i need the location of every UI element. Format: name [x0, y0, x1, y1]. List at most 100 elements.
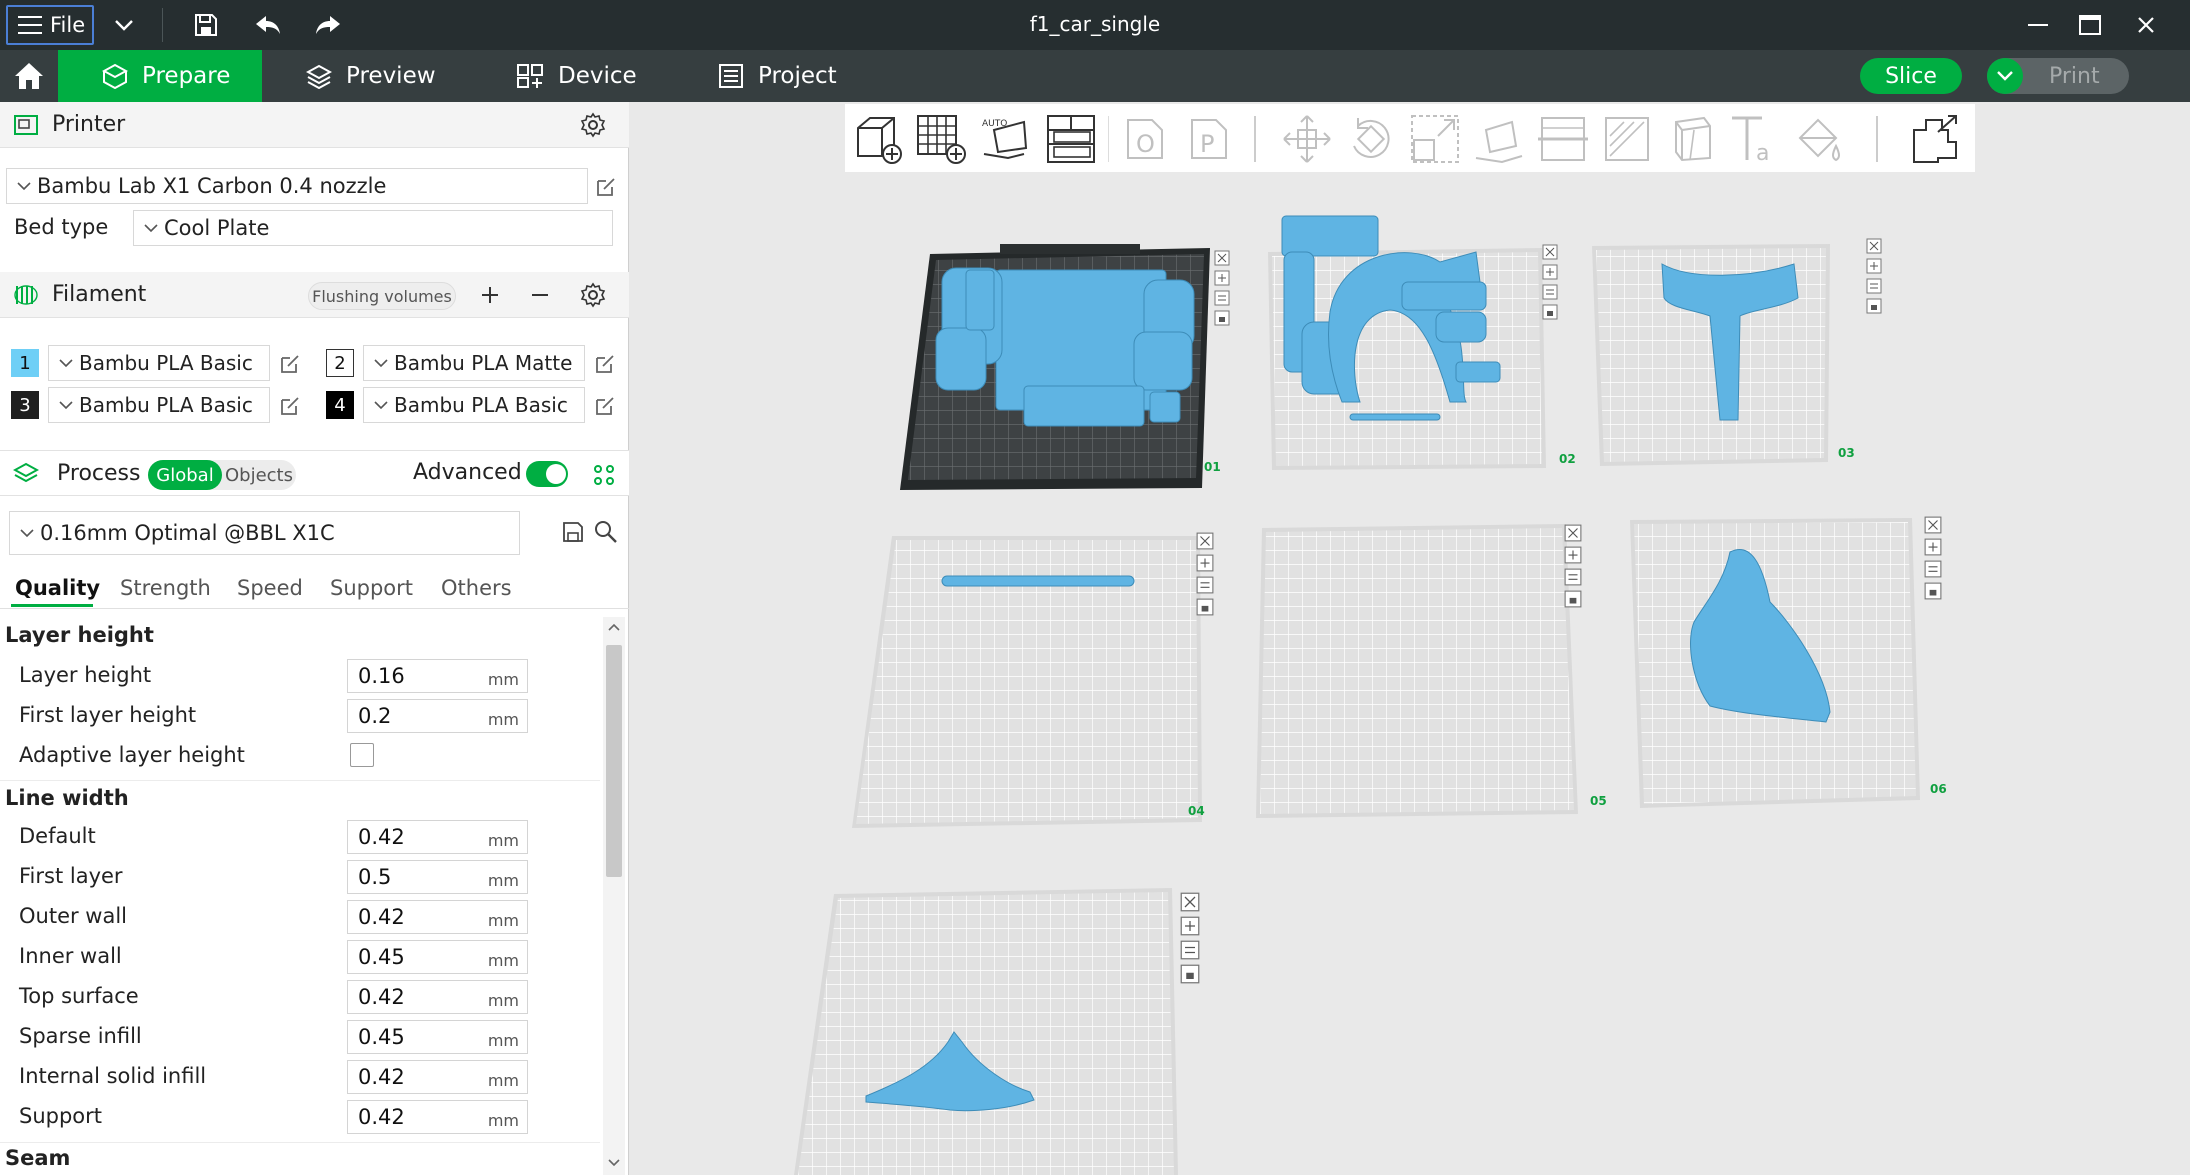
param-support-input[interactable]: 0.42 mm	[347, 1100, 528, 1134]
minimize-icon[interactable]	[2022, 10, 2054, 40]
split-objects-icon[interactable]: O	[1118, 112, 1172, 166]
plate-settings-icon[interactable]	[1180, 940, 1200, 960]
plate-arrange-icon[interactable]	[1180, 916, 1200, 936]
plate-04-models[interactable]	[941, 575, 1135, 587]
plate-close-icon[interactable]	[1866, 238, 1882, 254]
home-button[interactable]	[0, 50, 58, 102]
plate-lock-icon[interactable]	[1866, 298, 1882, 314]
plate-arrange-icon[interactable]	[1542, 264, 1558, 280]
maximize-icon[interactable]	[2074, 10, 2106, 40]
assembly-view-icon[interactable]	[1908, 112, 1962, 166]
param-layer-height-input[interactable]: 0.16 mm	[347, 659, 528, 693]
plate-close-icon[interactable]	[1924, 516, 1942, 534]
param-first-layer-input[interactable]: 0.5 mm	[347, 860, 528, 894]
printer-settings-gear-icon[interactable]	[580, 112, 606, 138]
plate-07[interactable]	[794, 888, 1178, 1175]
scrollbar-thumb[interactable]	[606, 645, 622, 877]
param-outer-wall-input[interactable]: 0.42 mm	[347, 900, 528, 934]
scroll-up-icon[interactable]	[608, 623, 620, 631]
tab-strength[interactable]: Strength	[120, 576, 211, 600]
plate-arrange-icon[interactable]	[1196, 554, 1214, 572]
tab-speed[interactable]: Speed	[237, 576, 303, 600]
tab-project[interactable]: Project	[718, 50, 837, 102]
plate-close-icon[interactable]	[1542, 244, 1558, 260]
plate-lock-icon[interactable]	[1564, 590, 1582, 608]
slice-button[interactable]: Slice	[1860, 58, 1962, 94]
filament-slot-1-number[interactable]: 1	[11, 349, 39, 377]
filament-slot-4-select[interactable]: Bambu PLA Basic	[363, 387, 585, 423]
plate-settings-icon[interactable]	[1214, 290, 1230, 306]
filament-slot-4-number[interactable]: 4	[326, 391, 354, 419]
plate-settings-icon[interactable]	[1866, 278, 1882, 294]
search-icon[interactable]	[593, 519, 619, 545]
filament-settings-gear-icon[interactable]	[580, 282, 606, 308]
tab-prepare[interactable]: Prepare	[58, 50, 262, 102]
filament-slot-2-number[interactable]: 2	[326, 349, 354, 377]
seam-paint-icon[interactable]	[1664, 112, 1718, 166]
undo-icon[interactable]	[252, 10, 284, 40]
filament-slot-3-select[interactable]: Bambu PLA Basic	[48, 387, 270, 423]
global-objects-switch[interactable]: Global Objects	[148, 460, 296, 490]
arrange-grid-icon[interactable]	[914, 112, 968, 166]
3d-viewport[interactable]: 01 02 03 04 05 06	[630, 102, 2190, 1175]
param-internal-solid-infill-input[interactable]: 0.42 mm	[347, 1060, 528, 1094]
plate-arrange-icon[interactable]	[1924, 538, 1942, 556]
process-compare-icon[interactable]	[592, 463, 616, 487]
scroll-down-icon[interactable]	[608, 1159, 620, 1167]
advanced-toggle[interactable]	[526, 461, 568, 487]
plate-close-icon[interactable]	[1564, 524, 1582, 542]
param-sparse-infill-input[interactable]: 0.45 mm	[347, 1020, 528, 1054]
color-paint-icon[interactable]	[1792, 112, 1846, 166]
plate-close-icon[interactable]	[1214, 250, 1230, 266]
remove-filament-icon[interactable]	[530, 285, 550, 305]
plate-lock-icon[interactable]	[1542, 304, 1558, 320]
filament-slot-1-select[interactable]: Bambu PLA Basic	[48, 345, 270, 381]
plate-settings-icon[interactable]	[1542, 284, 1558, 300]
filament-slot-2-edit-icon[interactable]	[593, 352, 617, 376]
bed-type-select[interactable]: Cool Plate	[133, 210, 613, 246]
plate-arrange-icon[interactable]	[1214, 270, 1230, 286]
plate-layout-icon[interactable]	[1044, 112, 1098, 166]
split-parts-icon[interactable]: P	[1182, 112, 1236, 166]
add-cube-icon[interactable]	[850, 112, 904, 166]
tab-device[interactable]: Device	[516, 50, 637, 102]
printer-edit-icon[interactable]	[594, 175, 618, 199]
close-icon[interactable]	[2130, 10, 2162, 40]
redo-icon[interactable]	[312, 10, 344, 40]
text-emboss-icon[interactable]: a	[1728, 112, 1782, 166]
filament-slot-1-edit-icon[interactable]	[278, 352, 302, 376]
plate-settings-icon[interactable]	[1924, 560, 1942, 578]
file-menu-button[interactable]: File	[6, 5, 94, 45]
plate-lock-icon[interactable]	[1180, 964, 1200, 984]
filament-slot-3-edit-icon[interactable]	[278, 394, 302, 418]
params-scrollbar[interactable]	[603, 617, 625, 1175]
param-default-input[interactable]: 0.42 mm	[347, 820, 528, 854]
move-icon[interactable]	[1280, 112, 1334, 166]
support-paint-icon[interactable]	[1600, 112, 1654, 166]
param-inner-wall-input[interactable]: 0.45 mm	[347, 940, 528, 974]
plate-04[interactable]	[852, 536, 1202, 828]
process-preset-select[interactable]: 0.16mm Optimal @BBL X1C	[9, 511, 520, 555]
cut-icon[interactable]	[1536, 112, 1590, 166]
tab-quality[interactable]: Quality	[15, 576, 100, 600]
flushing-volumes-button[interactable]: Flushing volumes	[308, 282, 456, 310]
plate-lock-icon[interactable]	[1214, 310, 1230, 326]
filament-slot-2-select[interactable]: Bambu PLA Matte	[363, 345, 585, 381]
filament-slot-3-number[interactable]: 3	[11, 391, 39, 419]
plate-06[interactable]	[1630, 518, 1920, 808]
plate-03[interactable]	[1592, 244, 1830, 466]
scale-icon[interactable]	[1408, 112, 1462, 166]
plate-arrange-icon[interactable]	[1866, 258, 1882, 274]
chevron-down-icon[interactable]	[108, 10, 140, 40]
rotate-icon[interactable]	[1344, 112, 1398, 166]
plate-arrange-icon[interactable]	[1564, 546, 1582, 564]
objects-toggle[interactable]: Objects	[222, 460, 296, 490]
plate-close-icon[interactable]	[1196, 532, 1214, 550]
plate-01[interactable]	[900, 244, 1210, 490]
printer-preset-select[interactable]: Bambu Lab X1 Carbon 0.4 nozzle	[6, 168, 588, 204]
print-options-chevron-icon[interactable]	[1987, 58, 2023, 94]
tab-preview[interactable]: Preview	[306, 50, 436, 102]
plate-settings-icon[interactable]	[1564, 568, 1582, 586]
save-icon[interactable]	[190, 10, 222, 40]
lay-on-face-icon[interactable]	[1472, 112, 1526, 166]
